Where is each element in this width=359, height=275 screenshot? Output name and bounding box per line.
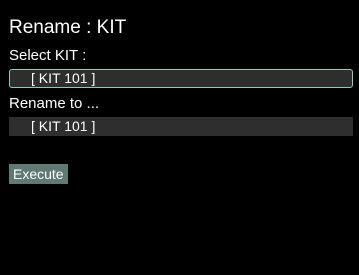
- page-title: Rename : KIT: [9, 17, 127, 38]
- execute-button[interactable]: Execute: [9, 164, 68, 184]
- select-kit-label: Select KIT :: [9, 47, 87, 64]
- select-kit-field[interactable]: [ KIT 101 ]: [9, 69, 353, 88]
- rename-to-value: [ KIT 101 ]: [31, 118, 96, 134]
- rename-to-field[interactable]: [ KIT 101 ]: [9, 117, 353, 136]
- rename-kit-screen: Rename : KIT Select KIT : [ KIT 101 ] Re…: [0, 0, 359, 275]
- select-kit-value: [ KIT 101 ]: [31, 70, 96, 86]
- rename-to-label: Rename to ...: [9, 95, 100, 112]
